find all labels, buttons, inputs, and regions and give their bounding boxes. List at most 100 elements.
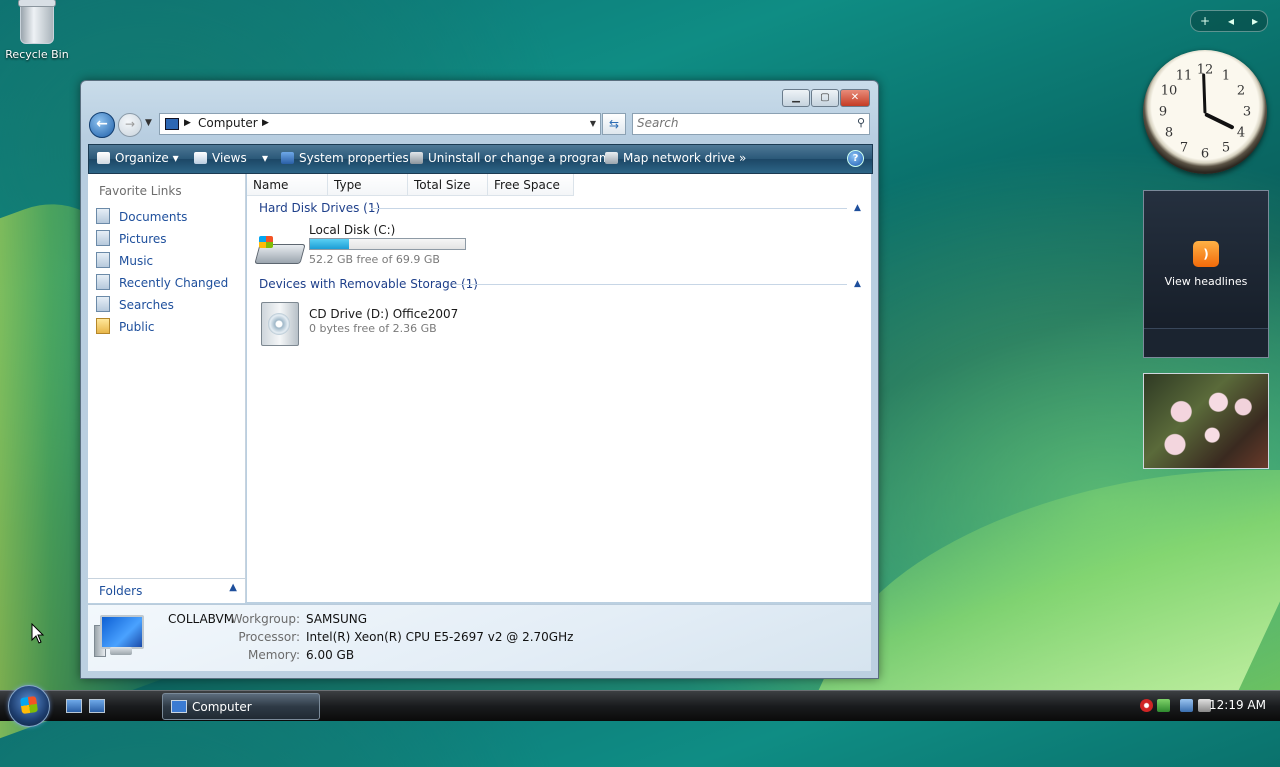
cd-drive-icon[interactable]: [261, 302, 299, 346]
views-label: Views: [212, 151, 247, 165]
feed-headlines-gadget[interactable]: ) View headlines: [1143, 190, 1269, 358]
navigation-pane: Favorite Links Documents Pictures Music …: [88, 174, 246, 602]
uninstall-label: Uninstall or change a program: [428, 151, 611, 165]
clock-gadget[interactable]: 12 1 2 3 4 5 6 7 8 9 10 11: [1143, 50, 1267, 174]
collapse-group-icon[interactable]: ▲: [854, 279, 861, 289]
system-properties-icon: [281, 152, 294, 164]
address-dropdown-icon[interactable]: ▼: [590, 119, 596, 128]
cd-drive-name[interactable]: CD Drive (D:) Office2007: [309, 307, 458, 321]
disk-usage-bar: [309, 238, 466, 250]
refresh-button[interactable]: ⇆: [602, 113, 626, 135]
clock-number: 1: [1221, 68, 1231, 84]
recycle-bin-desktop-icon[interactable]: Recycle Bin: [4, 0, 70, 61]
monitor-screen: [100, 615, 144, 649]
start-button[interactable]: [8, 685, 50, 727]
monitor-stand: [110, 647, 132, 655]
breadcrumb-arrow-icon[interactable]: ▶: [262, 118, 269, 128]
minimize-button[interactable]: ▁: [782, 89, 810, 107]
column-header-total-size[interactable]: Total Size: [408, 174, 488, 196]
local-disk-icon[interactable]: [254, 236, 306, 264]
group-header-hard-disk-drives[interactable]: Hard Disk Drives (1): [259, 201, 380, 215]
nav-link-music[interactable]: Music: [96, 252, 153, 270]
views-button[interactable]: Views ▾: [194, 151, 268, 165]
recycle-bin-icon: [18, 0, 56, 44]
forward-button[interactable]: →: [118, 113, 142, 137]
search-input[interactable]: [633, 114, 841, 132]
uninstall-icon: [410, 152, 423, 164]
maximize-button[interactable]: ▢: [811, 89, 839, 107]
nav-link-documents[interactable]: Documents: [96, 208, 187, 226]
network-icon[interactable]: [1180, 699, 1193, 712]
system-properties-label: System properties: [299, 151, 409, 165]
computer-window: ▁ ▢ ✕ ← → ▼ ▶ Computer ▶ ▼ ⇆ ⚲ Organize …: [80, 80, 879, 679]
taskbar-button-computer[interactable]: Computer: [162, 693, 320, 720]
nav-link-searches[interactable]: Searches: [96, 296, 174, 314]
organize-label: Organize: [115, 151, 169, 165]
organize-icon: [97, 152, 110, 164]
clock-number: 6: [1200, 146, 1210, 162]
local-disk-name[interactable]: Local Disk (C:): [309, 223, 395, 237]
back-button[interactable]: ←: [89, 112, 115, 138]
address-bar[interactable]: ▶ Computer ▶ ▼: [159, 113, 601, 135]
column-header-name[interactable]: Name: [247, 174, 328, 196]
clock-number: 4: [1236, 125, 1246, 141]
more-commands-button[interactable]: »: [739, 151, 746, 165]
nav-link-label: Searches: [119, 298, 174, 312]
group-header-removable-storage[interactable]: Devices with Removable Storage (1): [259, 277, 478, 291]
group-divider: [453, 284, 847, 285]
breadcrumb-computer[interactable]: Computer: [198, 116, 258, 130]
workgroup-label: Workgroup:: [230, 612, 300, 626]
mouse-cursor-icon: [31, 622, 45, 648]
views-icon: [194, 152, 207, 164]
map-network-label: Map network drive: [623, 151, 736, 165]
clock-number: 8: [1164, 125, 1174, 141]
uninstall-program-button[interactable]: Uninstall or change a program: [410, 151, 611, 165]
nav-link-public[interactable]: Public: [96, 318, 155, 336]
rss-icon: ): [1193, 241, 1219, 267]
nav-link-label: Pictures: [119, 232, 167, 246]
taskbar-button-label: Computer: [192, 700, 252, 714]
command-bar: Organize ▾ Views ▾ System properties Uni…: [88, 144, 873, 174]
add-gadget-button[interactable]: +: [1200, 14, 1210, 28]
processor-value: Intel(R) Xeon(R) CPU E5-2697 v2 @ 2.70GH…: [306, 630, 574, 644]
recently-changed-icon: [96, 274, 110, 290]
clock-time[interactable]: 12:19 AM: [1209, 698, 1266, 712]
file-list: Name Type Total Size Free Space Hard Dis…: [247, 174, 871, 602]
map-network-drive-button[interactable]: Map network drive: [605, 151, 735, 165]
slideshow-gadget[interactable]: [1143, 373, 1269, 469]
nav-link-pictures[interactable]: Pictures: [96, 230, 167, 248]
switch-windows-icon[interactable]: [89, 699, 105, 713]
nav-link-label: Public: [119, 320, 155, 334]
documents-icon: [96, 208, 110, 224]
column-header-free-space[interactable]: Free Space: [488, 174, 574, 196]
organize-button[interactable]: Organize ▾: [97, 151, 179, 165]
clock-number: 5: [1221, 140, 1231, 156]
breadcrumb-arrow-icon[interactable]: ▶: [184, 118, 191, 128]
collapse-group-icon[interactable]: ▲: [854, 203, 861, 213]
clock-number: 10: [1160, 83, 1178, 99]
favorite-links-title: Favorite Links: [99, 184, 182, 198]
computer-small-icon: [165, 118, 179, 130]
view-headlines-label: View headlines: [1164, 275, 1248, 288]
recent-pages-dropdown[interactable]: ▼: [145, 118, 152, 128]
help-icon[interactable]: ?: [847, 150, 864, 167]
search-box[interactable]: ⚲: [632, 113, 870, 135]
security-center-icon[interactable]: [1157, 699, 1170, 712]
system-properties-button[interactable]: System properties: [281, 151, 409, 165]
recycle-bin-label: Recycle Bin: [5, 48, 69, 61]
close-button[interactable]: ✕: [840, 89, 870, 107]
notification-area: 12:19 AM: [1130, 691, 1280, 721]
searches-icon: [96, 296, 110, 312]
next-page-icon[interactable]: ▸: [1252, 14, 1258, 28]
security-alert-icon[interactable]: [1140, 699, 1153, 712]
previous-page-icon[interactable]: ◂: [1228, 14, 1234, 28]
nav-link-recently-changed[interactable]: Recently Changed: [96, 274, 228, 292]
nav-link-label: Recently Changed: [119, 276, 229, 290]
clock-number: 11: [1175, 68, 1193, 84]
search-icon[interactable]: ⚲: [857, 116, 865, 129]
folders-toggle[interactable]: Folders ▲: [88, 578, 245, 603]
cd-drive-free-space: 0 bytes free of 2.36 GB: [309, 322, 437, 335]
show-desktop-icon[interactable]: [66, 699, 82, 713]
column-header-type[interactable]: Type: [328, 174, 408, 196]
nav-link-label: Documents: [119, 210, 188, 224]
